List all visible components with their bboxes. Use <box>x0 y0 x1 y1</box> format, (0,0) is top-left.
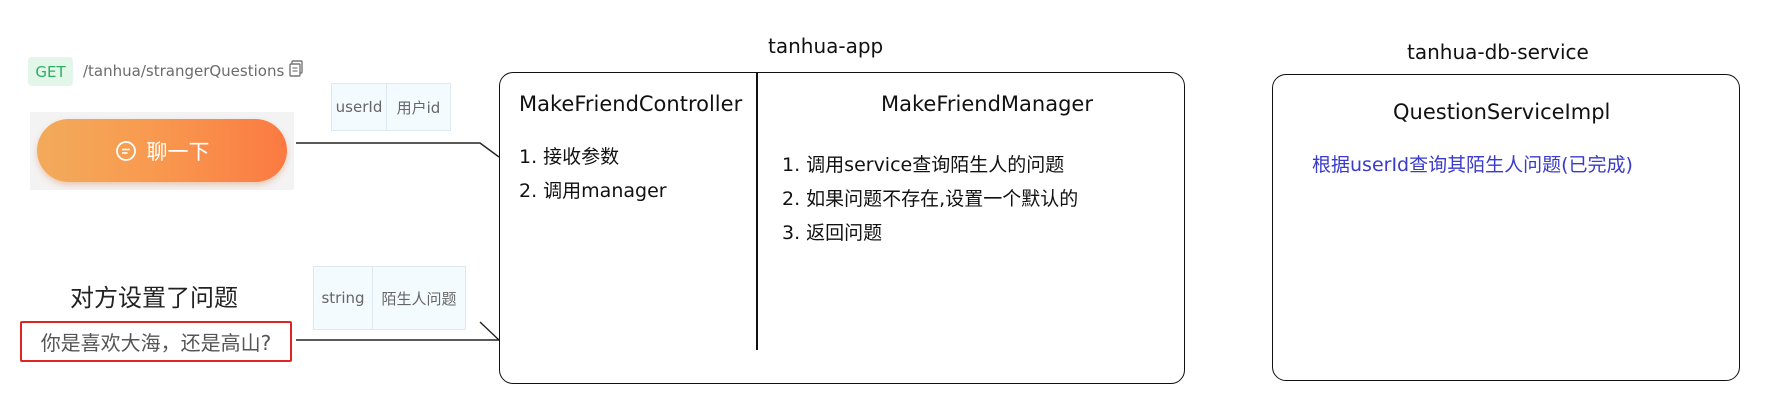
question-title: 对方设置了问题 <box>70 284 238 312</box>
copy-icon[interactable] <box>289 60 303 77</box>
controller-steps: 1. 接收参数 2. 调用manager <box>519 140 667 208</box>
manager-step: 1. 调用service查询陌生人的问题 <box>782 154 1065 176</box>
return-desc: 陌生人问题 <box>372 267 465 329</box>
manager-title: MakeFriendManager <box>881 92 1093 116</box>
manager-step: 2. 如果问题不存在,设置一个默认的 <box>782 188 1079 210</box>
param-name: userId <box>332 84 386 130</box>
question-text-box: 你是喜欢大海，还是高山? <box>20 321 292 362</box>
manager-steps: 1. 调用service查询陌生人的问题 2. 如果问题不存在,设置一个默认的 … <box>782 148 1078 250</box>
chat-bubble-icon <box>115 140 136 161</box>
response-params-table: string 陌生人问题 <box>313 266 466 330</box>
request-params-table: userId 用户id <box>331 83 451 131</box>
service-impl-desc: 根据userId查询其陌生人问题(已完成) <box>1312 154 1633 176</box>
manager-step: 3. 返回问题 <box>782 222 883 244</box>
param-desc: 用户id <box>386 84 450 130</box>
controller-step: 1. 接收参数 <box>519 146 620 168</box>
request-connector <box>296 142 500 158</box>
controller-step: 2. 调用manager <box>519 180 667 202</box>
http-method-badge: GET <box>28 57 73 86</box>
db-service-title: tanhua-db-service <box>1407 40 1589 64</box>
return-type: string <box>314 267 372 329</box>
chat-button[interactable]: 聊一下 <box>37 119 287 182</box>
service-impl-title: QuestionServiceImpl <box>1393 100 1611 124</box>
chat-button-label: 聊一下 <box>146 139 210 164</box>
app-service-title: tanhua-app <box>768 34 884 58</box>
api-path: /tanhua/strangerQuestions <box>83 62 285 80</box>
controller-title: MakeFriendController <box>519 92 743 116</box>
controller-manager-divider <box>756 73 758 350</box>
